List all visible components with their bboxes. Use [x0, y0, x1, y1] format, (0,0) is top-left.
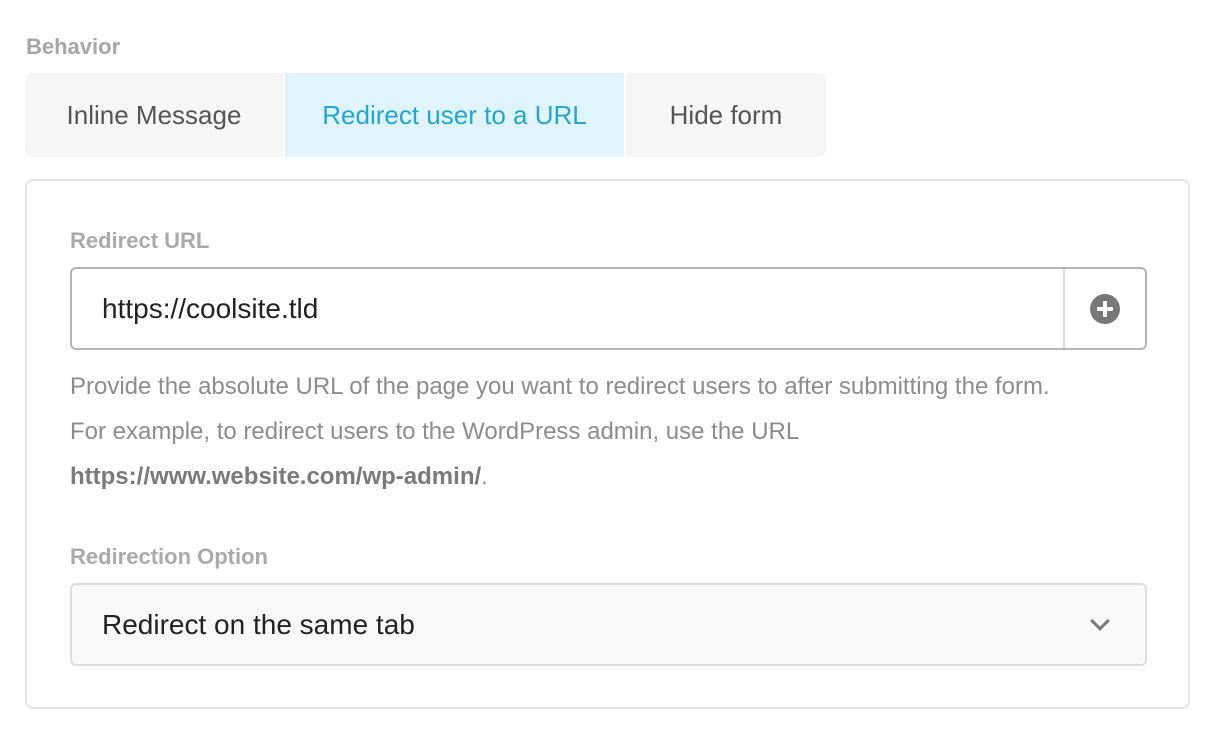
- insert-field-button[interactable]: [1063, 269, 1145, 348]
- help-suffix: .: [481, 463, 488, 490]
- tab-hide-form[interactable]: Hide form: [626, 73, 826, 157]
- redirect-url-help-text: Provide the absolute URL of the page you…: [70, 364, 1160, 499]
- behavior-label: Behavior: [26, 34, 121, 59]
- redirection-option-label: Redirection Option: [70, 544, 268, 569]
- redirection-option-value: Redirect on the same tab: [102, 608, 415, 640]
- help-line-3: https://www.website.com/wp-admin/.: [70, 454, 1160, 499]
- tab-inline-message[interactable]: Inline Message: [25, 73, 283, 157]
- help-line-1: Provide the absolute URL of the page you…: [70, 373, 1050, 400]
- redirect-settings-panel: Redirect URL Provide the absolute URL of…: [25, 179, 1190, 709]
- redirect-url-label: Redirect URL: [70, 228, 210, 253]
- tab-redirect-url[interactable]: Redirect user to a URL: [285, 73, 624, 157]
- help-example-url: https://www.website.com/wp-admin/: [70, 463, 482, 490]
- chevron-down-icon: [1090, 610, 1110, 631]
- redirect-url-field-group: [70, 267, 1147, 350]
- plus-circle-icon: [1090, 293, 1120, 324]
- redirection-option-select[interactable]: Redirect on the same tab: [70, 583, 1147, 666]
- help-line-2: For example, to redirect users to the Wo…: [70, 418, 800, 445]
- behavior-tabs: Inline Message Redirect user to a URL Hi…: [25, 73, 826, 157]
- redirect-url-input[interactable]: [72, 269, 1063, 348]
